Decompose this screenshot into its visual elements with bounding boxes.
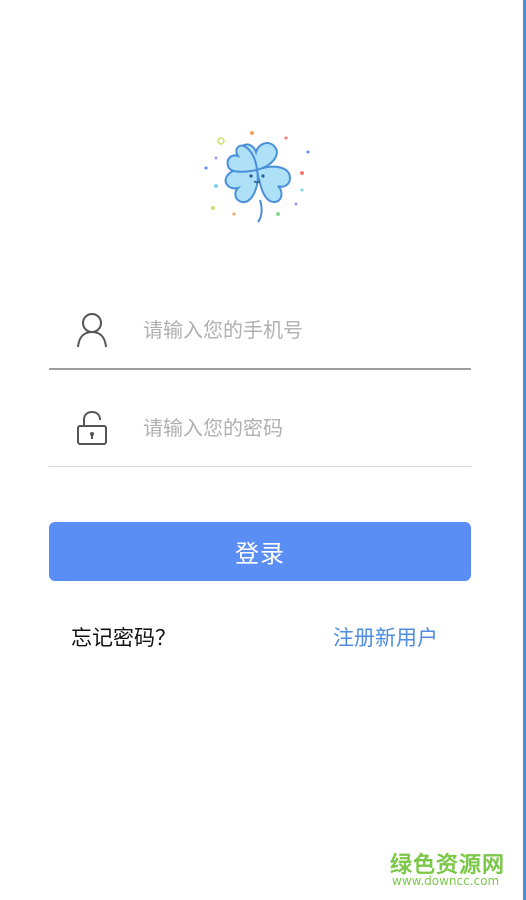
login-screen: 登录 忘记密码？ 注册新用户 绿色资源网 www.downcc.com — [0, 0, 526, 900]
lock-icon — [75, 409, 109, 447]
phone-input[interactable] — [143, 310, 443, 350]
password-field-underline — [49, 466, 471, 467]
phone-field-underline — [49, 368, 471, 370]
user-icon — [75, 311, 109, 349]
phone-field[interactable] — [49, 300, 471, 360]
password-input[interactable] — [143, 408, 443, 448]
register-link[interactable]: 注册新用户 — [333, 622, 438, 652]
clover-mascot-icon — [198, 128, 316, 228]
forgot-password-link[interactable]: 忘记密码？ — [71, 622, 176, 652]
password-field[interactable] — [49, 398, 471, 458]
login-button[interactable]: 登录 — [49, 522, 471, 581]
watermark-url: www.downcc.com — [392, 874, 500, 888]
